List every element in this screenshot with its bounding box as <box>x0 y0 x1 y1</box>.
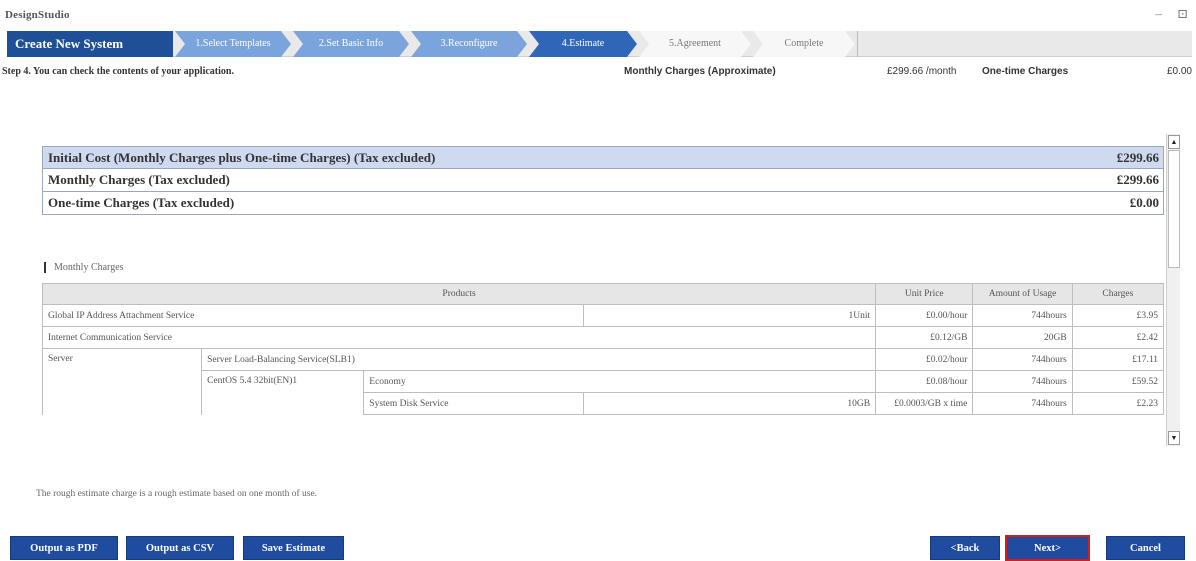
wizard-step-reconfigure[interactable]: 3.Reconfigure <box>411 31 527 57</box>
wizard-divider <box>857 31 858 57</box>
os-cell: CentOS 5.4 32bit(EN)1 <box>201 370 365 415</box>
scroll-down-icon[interactable]: ▼ <box>1168 431 1180 445</box>
wizard-step-estimate: 4.Estimate <box>529 31 637 57</box>
summary-row-monthly: Monthly Charges (Tax excluded) £299.66 <box>42 169 1164 192</box>
scroll-up-icon[interactable]: ▲ <box>1168 135 1180 149</box>
info-row: Step 4. You can check the contents of yo… <box>0 60 1196 82</box>
one-time-charges-label: One-time Charges <box>982 66 1069 77</box>
product-cell: Global IP Address Attachment Service <box>41 304 585 327</box>
create-new-system-title: Create New System <box>7 31 173 57</box>
unit-price-cell: £0.08/hour <box>875 370 974 393</box>
product-cell: Server Load-Balancing Service(SLB1) <box>201 348 877 371</box>
charge-cell: £2.42 <box>1071 326 1165 349</box>
quantity-cell: 1Unit <box>583 304 877 327</box>
scroll-thumb[interactable] <box>1168 150 1180 268</box>
header-products: Products <box>41 283 877 305</box>
wizard-step-set-basic-info[interactable]: 2.Set Basic Info <box>293 31 409 57</box>
next-button[interactable]: Next> <box>1005 535 1090 561</box>
save-estimate-button[interactable]: Save Estimate <box>243 536 344 560</box>
header-amount-of-usage: Amount of Usage <box>972 283 1073 305</box>
monthly-charges-heading: Monthly Charges <box>44 262 124 273</box>
table-row: Global IP Address Attachment Service 1Un… <box>41 304 1165 327</box>
summary-table: Initial Cost (Monthly Charges plus One-t… <box>42 146 1164 215</box>
monthly-charges-label: Monthly Charges (Approximate) <box>624 66 776 77</box>
usage-cell: 744hours <box>972 370 1073 393</box>
monthly-charges-table: Products Unit Price Amount of Usage Char… <box>41 283 1165 415</box>
header-unit-price: Unit Price <box>875 283 974 305</box>
window-controls: – ⊡ <box>1143 6 1188 22</box>
wizard-step-select-templates[interactable]: 1.Select Templates <box>175 31 291 57</box>
usage-cell: 20GB <box>972 326 1073 349</box>
unit-price-cell: £0.0003/GB x time <box>875 392 974 415</box>
usage-cell: 744hours <box>972 348 1073 371</box>
output-csv-button[interactable]: Output as CSV <box>126 536 234 560</box>
summary-row-initial-cost: Initial Cost (Monthly Charges plus One-t… <box>42 146 1164 169</box>
one-time-charges-value: £0.00 <box>1166 66 1192 77</box>
back-button[interactable]: <Back <box>930 536 1000 560</box>
table-row: CentOS 5.4 32bit(EN)1 Economy £0.08/hour… <box>43 370 1165 415</box>
charge-cell: £3.95 <box>1071 304 1165 327</box>
unit-price-cell: £0.02/hour <box>875 348 974 371</box>
charge-cell: £59.52 <box>1071 370 1165 393</box>
summary-row-one-time: One-time Charges (Tax excluded) £0.00 <box>42 192 1164 215</box>
app-title: DesignStudio <box>5 9 70 21</box>
vertical-scrollbar[interactable]: ▲ ▼ <box>1166 134 1180 446</box>
charge-cell: £17.11 <box>1071 348 1165 371</box>
monthly-charges-value: £299.66 /month <box>887 66 957 77</box>
wizard-step-complete: Complete <box>753 31 855 57</box>
minimize-icon[interactable]: – <box>1155 6 1162 21</box>
category-cell: Server <box>41 348 203 415</box>
table-header-row: Products Unit Price Amount of Usage Char… <box>41 283 1165 305</box>
summary-amount: £0.00 <box>1129 195 1159 210</box>
summary-amount: £299.66 <box>1116 172 1159 187</box>
table-row: Server Server Load-Balancing Service(SLB… <box>41 348 1165 415</box>
usage-cell: 744hours <box>972 392 1073 415</box>
unit-price-cell: £0.12/GB <box>875 326 974 349</box>
title-bar: DesignStudio – ⊡ <box>0 0 1196 30</box>
summary-amount: £299.66 <box>1116 150 1159 165</box>
restore-icon[interactable]: ⊡ <box>1177 6 1188 21</box>
table-row: Internet Communication Service £0.12/GB … <box>41 326 1165 349</box>
cancel-button[interactable]: Cancel <box>1106 536 1185 560</box>
header-charges: Charges <box>1071 283 1165 305</box>
product-cell: Economy <box>363 370 877 393</box>
wizard-bar: Create New System 1.Select Templates 2.S… <box>7 31 1192 57</box>
quantity-cell: 10GB <box>583 392 877 415</box>
usage-cell: 744hours <box>972 304 1073 327</box>
estimate-note: The rough estimate charge is a rough est… <box>36 489 318 499</box>
summary-label: One-time Charges (Tax excluded) <box>48 195 235 210</box>
product-cell: System Disk Service <box>363 392 585 415</box>
summary-label: Monthly Charges (Tax excluded) <box>48 172 230 187</box>
estimate-panel[interactable]: Initial Cost (Monthly Charges plus One-t… <box>36 136 1182 448</box>
summary-label: Initial Cost (Monthly Charges plus One-t… <box>48 150 436 165</box>
step-description: Step 4. You can check the contents of yo… <box>2 66 234 77</box>
product-cell: Internet Communication Service <box>41 326 877 349</box>
output-pdf-button[interactable]: Output as PDF <box>10 536 118 560</box>
unit-price-cell: £0.00/hour <box>875 304 974 327</box>
wizard-step-agreement: 5.Agreement <box>639 31 751 57</box>
charge-cell: £2.23 <box>1071 392 1165 415</box>
